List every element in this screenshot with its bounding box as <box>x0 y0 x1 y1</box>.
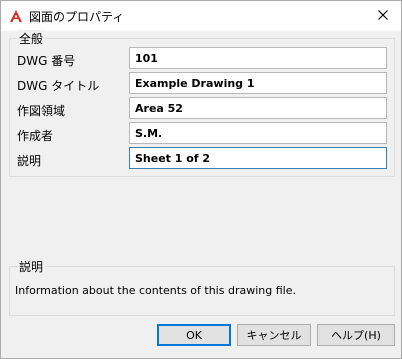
author-field[interactable] <box>129 122 387 144</box>
close-icon <box>378 9 388 23</box>
description-text: Information about the contents of this d… <box>15 284 296 297</box>
properties-dialog: 図面のプロパティ 全般 DWG 番号 DWG タイトル 作図領域 作成者 説明 … <box>0 0 402 359</box>
autocad-icon <box>9 9 23 23</box>
dwg-title-label: DWG タイトル <box>17 79 100 93</box>
cancel-button[interactable]: キャンセル <box>237 324 311 346</box>
general-group-legend: 全般 <box>17 30 46 47</box>
title-bar: 図面のプロパティ <box>1 1 401 31</box>
author-label: 作成者 <box>17 129 54 143</box>
dwg-number-label: DWG 番号 <box>17 54 76 68</box>
dwg-title-field[interactable] <box>129 72 387 94</box>
description-field-label: 説明 <box>17 154 42 168</box>
dwg-number-field[interactable] <box>129 47 387 69</box>
description-field[interactable] <box>129 147 387 169</box>
description-group-legend: 説明 <box>17 258 46 275</box>
close-button[interactable] <box>371 5 395 27</box>
help-button[interactable]: ヘルプ(H) <box>317 324 395 346</box>
drawing-area-field[interactable] <box>129 97 387 119</box>
ok-button[interactable]: OK <box>157 324 231 346</box>
dialog-title: 図面のプロパティ <box>29 10 125 24</box>
drawing-area-label: 作図領域 <box>17 104 66 118</box>
